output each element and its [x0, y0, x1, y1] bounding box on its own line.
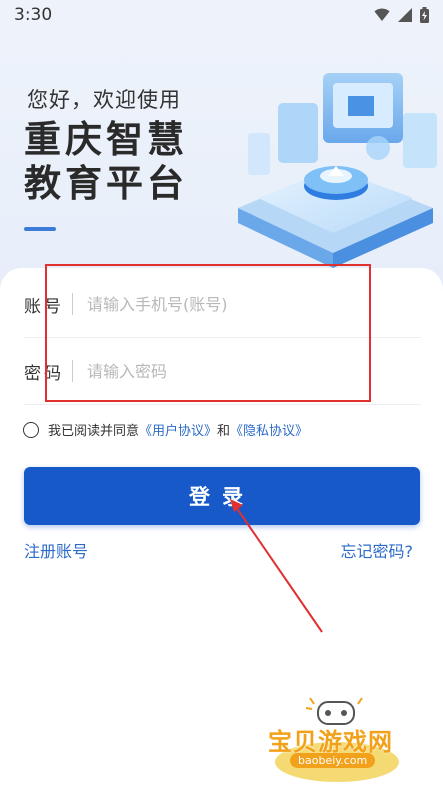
field-divider [72, 360, 73, 382]
password-field-row: 密码 [24, 338, 421, 405]
login-button[interactable]: 登录 [24, 467, 420, 525]
signal-icon [398, 8, 412, 22]
user-agreement-link[interactable]: 《用户协议》 [139, 420, 217, 439]
agreement-checkbox[interactable] [23, 421, 39, 438]
agreement-conjunction: 和 [217, 424, 231, 439]
watermark-url: baobeiy.com [290, 753, 376, 768]
education-platform-illustration [238, 73, 437, 268]
app-title: 重庆智慧 教育平台 [24, 118, 188, 206]
status-time: 3:30 [14, 5, 53, 25]
title-underline [24, 227, 56, 231]
password-label: 密码 [24, 363, 64, 384]
app-title-line2: 教育平台 [24, 162, 188, 205]
greeting-text: 您好，欢迎使用 [27, 88, 181, 112]
privacy-agreement-link[interactable]: 《隐私协议》 [230, 420, 308, 439]
wifi-icon [374, 8, 390, 21]
agreement-prefix: 我已阅读并同意 [48, 424, 140, 439]
password-input[interactable] [85, 360, 421, 382]
app-title-line1: 重庆智慧 [24, 118, 188, 161]
status-icons [374, 7, 429, 23]
register-link[interactable]: 注册账号 [24, 538, 88, 562]
account-field-row: 账号 [24, 271, 421, 338]
field-divider [72, 293, 73, 315]
watermark-text: 宝贝游戏网 [268, 728, 393, 756]
account-input[interactable] [85, 293, 421, 315]
battery-icon [420, 7, 429, 23]
status-bar: 3:30 [0, 0, 443, 30]
agreement-row: 我已阅读并同意 《用户协议》 和 《隐私协议》 [23, 420, 308, 439]
account-label: 账号 [24, 296, 64, 317]
forgot-password-link[interactable]: 忘记密码? [341, 538, 414, 562]
